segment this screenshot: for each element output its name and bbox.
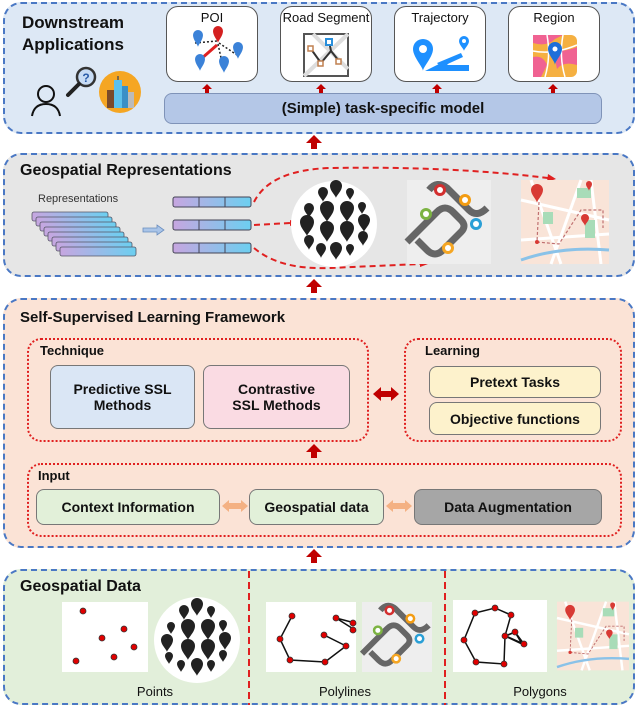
up-arrow-region xyxy=(548,84,558,93)
city-map-icon xyxy=(520,179,610,265)
polygons-map-icon xyxy=(556,601,630,671)
up-arrow-road xyxy=(316,84,326,93)
app-card-road-segment: Road Segment xyxy=(280,6,372,82)
road-trajectory-icon xyxy=(404,180,491,264)
context-geodata-arrow xyxy=(222,500,248,512)
data-augmentation-label: Data Augmentation xyxy=(444,499,572,515)
caption-polygons: Polygons xyxy=(513,684,567,699)
app-label-road-segment: Road Segment xyxy=(282,10,370,25)
poi-network-icon xyxy=(193,26,243,73)
geospatial-data-label: Geospatial data xyxy=(264,499,369,515)
data-augmentation-box: Data Augmentation xyxy=(414,489,602,525)
bidirectional-arrow xyxy=(373,387,399,401)
app-label-poi: POI xyxy=(200,10,224,25)
poi-pins-cluster-icon xyxy=(291,180,377,267)
contrastive-ssl-label: Contrastive SSL Methods xyxy=(232,381,321,413)
caption-polylines: Polylines xyxy=(318,684,372,699)
context-information-label: Context Information xyxy=(61,499,195,515)
input-label: Input xyxy=(38,468,70,483)
task-specific-model-label: (Simple) task-specific model xyxy=(281,100,485,117)
polylines-road-icon xyxy=(359,602,432,672)
points-scatter xyxy=(62,602,148,672)
input-to-technique-arrow xyxy=(306,444,322,458)
flow-arrow-2 xyxy=(306,279,322,293)
downstream-title-line1: Downstream xyxy=(22,13,125,32)
flow-arrow-3 xyxy=(306,549,322,563)
road-segment-icon xyxy=(302,32,350,78)
app-label-trajectory: Trajectory xyxy=(411,10,469,25)
objective-functions-label: Objective functions xyxy=(450,410,580,427)
predictive-ssl-box: Predictive SSL Methods xyxy=(50,365,195,429)
caption-points: Points xyxy=(136,684,174,699)
app-card-poi: POI xyxy=(166,6,258,82)
pretext-tasks-label: Pretext Tasks xyxy=(469,374,560,390)
up-arrow-poi xyxy=(202,84,212,93)
geospatial-data-box: Geospatial data xyxy=(249,489,384,525)
context-information-box: Context Information xyxy=(36,489,220,525)
up-arrow-trajectory xyxy=(432,84,442,93)
learning-label: Learning xyxy=(425,343,480,358)
objective-functions-box: Objective functions xyxy=(429,402,601,435)
polylines-plot xyxy=(266,602,357,672)
predictive-ssl-label: Predictive SSL Methods xyxy=(73,381,172,413)
points-poi-cluster-icon xyxy=(154,597,240,683)
app-card-trajectory: Trajectory xyxy=(394,6,486,82)
downstream-title: Downstream Applications xyxy=(22,12,124,56)
pretext-tasks-box: Pretext Tasks xyxy=(429,366,601,398)
task-specific-model-box: (Simple) task-specific model xyxy=(164,93,602,124)
app-label-region: Region xyxy=(533,10,575,25)
trajectory-icon xyxy=(413,36,469,71)
geodata-augmentation-arrow xyxy=(386,500,412,512)
downstream-title-line2: Applications xyxy=(22,35,125,54)
region-map-icon xyxy=(532,34,578,78)
polygons-plot xyxy=(453,600,547,672)
app-card-region: Region xyxy=(508,6,600,82)
ssl-framework-title: Self-Supervised Learning Framework xyxy=(20,309,286,326)
contrastive-ssl-box: Contrastive SSL Methods xyxy=(203,365,350,429)
technique-label: Technique xyxy=(40,343,105,358)
